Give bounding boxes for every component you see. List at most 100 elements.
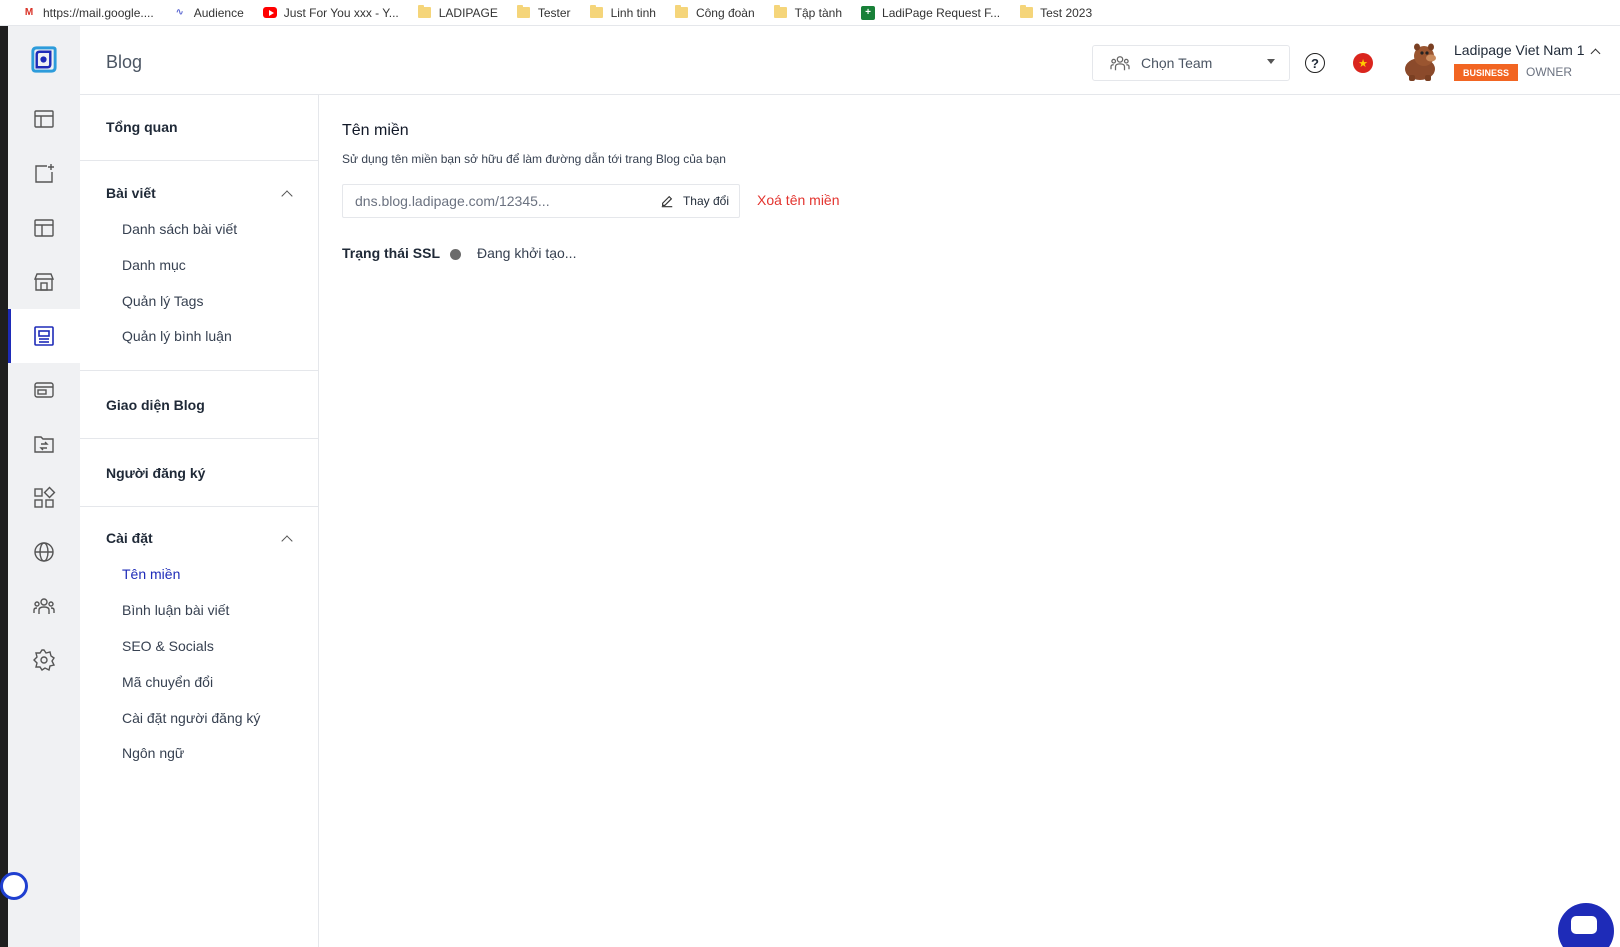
popup-icon — [34, 382, 54, 398]
top-header: Blog Chọn Team ? ★ Ladipage Viet Nam 1 B… — [80, 26, 1620, 95]
plan-badge: BUSINESS — [1454, 64, 1519, 81]
rail-domains[interactable] — [8, 525, 80, 579]
sheets-icon: + — [861, 5, 876, 20]
layout-icon — [34, 219, 54, 237]
change-domain-label: Thay đổi — [682, 194, 729, 208]
rail-store[interactable] — [8, 255, 80, 309]
role-label: OWNER — [1526, 65, 1572, 79]
team-select[interactable]: Chọn Team — [1092, 45, 1290, 81]
folder-icon — [590, 5, 604, 20]
apps-icon — [34, 486, 56, 508]
nav-domain[interactable]: Tên miền — [122, 566, 180, 582]
ssl-status-dot — [450, 249, 461, 260]
chat-icon — [1571, 916, 1597, 934]
support-widget-icon[interactable] — [0, 872, 28, 900]
bookmark-ladipage[interactable]: LADIPAGE — [418, 5, 498, 20]
store-icon — [33, 273, 55, 291]
nav-subscribers[interactable]: Người đăng ký — [106, 465, 205, 481]
team-select-label: Chọn Team — [1141, 55, 1213, 71]
page-title: Blog — [106, 52, 143, 72]
nav-posts[interactable]: Bài viết — [106, 185, 156, 201]
icon-rail — [0, 26, 80, 947]
pencil-icon — [661, 195, 673, 208]
nav-conversion-code[interactable]: Mã chuyển đổi — [122, 674, 213, 690]
nav-settings[interactable]: Cài đặt — [106, 530, 153, 546]
nav-post-list[interactable]: Danh sách bài viết — [122, 221, 237, 237]
window-edge — [0, 26, 8, 947]
folder-icon — [517, 5, 531, 20]
bookmark-audience[interactable]: ∿ Audience — [173, 6, 244, 20]
audience-icon: ∿ — [175, 7, 184, 18]
divider — [80, 506, 318, 507]
bookmark-label: Audience — [193, 5, 244, 20]
nav-theme[interactable]: Giao diện Blog — [106, 397, 205, 413]
divider — [80, 370, 318, 371]
rail-templates[interactable] — [8, 201, 80, 255]
nav-comments[interactable]: Quản lý bình luận — [122, 328, 232, 344]
help-icon[interactable]: ? — [1305, 53, 1325, 73]
bookmark-youtube[interactable]: Just For You xxx - Y... — [262, 5, 399, 20]
nav-language[interactable]: Ngôn ngữ — [122, 745, 184, 761]
bookmark-label: LadiPage Request F... — [882, 5, 1001, 20]
domain-input[interactable] — [343, 193, 643, 209]
rail-new-page[interactable] — [8, 147, 80, 201]
chevron-up-icon[interactable] — [281, 535, 293, 547]
bookmark-cong-doan[interactable]: Công đoàn — [675, 5, 755, 20]
bookmark-tap-tanh[interactable]: Tập tành — [774, 5, 843, 20]
nav-subscriber-settings[interactable]: Cài đặt người đăng ký — [122, 710, 260, 726]
section-description: Sử dụng tên miền bạn sở hữu để làm đường… — [342, 152, 726, 166]
add-page-icon — [35, 164, 54, 183]
bookmark-linh-tinh[interactable]: Linh tinh — [590, 5, 656, 20]
nav-post-comments[interactable]: Bình luận bài viết — [122, 602, 229, 618]
rail-team[interactable] — [8, 579, 80, 633]
user-name[interactable]: Ladipage Viet Nam 1 — [1454, 42, 1585, 58]
folder-icon — [1019, 5, 1033, 20]
caret-down-icon — [1267, 59, 1275, 64]
gmail-icon: M — [24, 7, 34, 18]
divider — [80, 438, 318, 439]
bookmark-label: Tester — [537, 5, 571, 20]
bookmark-tester[interactable]: Tester — [517, 5, 571, 20]
bookmark-label: Just For You xxx - Y... — [283, 5, 399, 20]
chevron-up-icon[interactable] — [281, 190, 293, 202]
nav-tags[interactable]: Quản lý Tags — [122, 293, 203, 309]
change-domain-button[interactable]: Thay đổi — [660, 194, 729, 208]
chat-button[interactable] — [1558, 903, 1614, 947]
bookmark-gmail[interactable]: Mhttps://mail.google.... — [22, 6, 154, 20]
divider — [80, 160, 318, 161]
domain-field: Thay đổi — [342, 184, 740, 218]
rail-apps[interactable] — [8, 471, 80, 525]
team-icon — [1110, 56, 1130, 71]
rail-popup[interactable] — [8, 363, 80, 417]
blog-sidebar: Tổng quan Bài viết Danh sách bài viết Da… — [80, 95, 319, 947]
nav-overview[interactable]: Tổng quan — [106, 119, 178, 135]
bookmark-label: Linh tinh — [610, 5, 656, 20]
dashboard-icon — [34, 110, 54, 128]
ladipage-logo-icon[interactable] — [28, 44, 59, 75]
section-title: Tên miền — [342, 122, 409, 139]
rail-files[interactable] — [8, 417, 80, 471]
rail-settings[interactable] — [8, 633, 80, 687]
nav-seo-socials[interactable]: SEO & Socials — [122, 638, 214, 654]
bookmark-label: Tập tành — [794, 5, 843, 20]
chevron-up-icon[interactable] — [1590, 48, 1601, 59]
bookmark-label: Test 2023 — [1040, 5, 1093, 20]
avatar[interactable] — [1398, 39, 1442, 83]
rail-dashboard[interactable] — [8, 92, 80, 146]
bookmark-label: LADIPAGE — [438, 5, 498, 20]
vietnam-flag-icon[interactable]: ★ — [1353, 53, 1373, 73]
delete-domain-link[interactable]: Xoá tên miền — [757, 192, 840, 208]
bookmark-label: Công đoàn — [695, 5, 755, 20]
bookmark-test-2023[interactable]: Test 2023 — [1019, 5, 1093, 20]
bookmarks-bar: Mhttps://mail.google.... ∿ Audience Just … — [0, 0, 1620, 26]
ssl-label: Trạng thái SSL — [342, 245, 441, 261]
folder-icon — [418, 5, 432, 20]
folder-icon — [774, 5, 788, 20]
bookmark-request[interactable]: + LadiPage Request F... — [861, 5, 1001, 20]
blog-icon — [34, 326, 54, 346]
rail-blog[interactable] — [8, 309, 80, 363]
gear-icon — [33, 649, 56, 672]
globe-icon — [34, 542, 54, 562]
youtube-icon — [262, 6, 277, 20]
nav-categories[interactable]: Danh mục — [122, 257, 186, 273]
